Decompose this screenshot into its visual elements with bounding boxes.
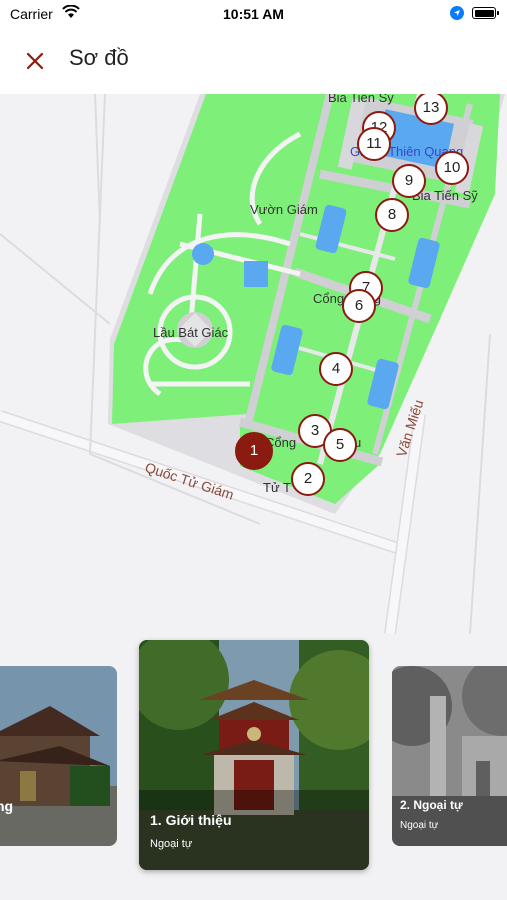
map-pin-6[interactable]: 6: [342, 289, 376, 323]
gate-photo: [139, 640, 369, 870]
card-subtitle: Ngoại tự: [400, 820, 439, 831]
close-icon[interactable]: [22, 48, 48, 74]
site-map[interactable]: Bia Tiến Sỹ Giếng Thiên Quang Bia Tiến S…: [0, 94, 507, 634]
map-pin-10[interactable]: 10: [435, 151, 469, 185]
map-pin-9[interactable]: 9: [392, 164, 426, 198]
map-pin-1-active[interactable]: 1: [235, 432, 273, 470]
map-pin-11[interactable]: 11: [357, 127, 391, 161]
label-bia-top: Bia Tiến Sỹ: [328, 94, 394, 105]
label-lau-bat-giac: Lầu Bát Giác: [153, 325, 229, 340]
page-title: Sơ đồ: [69, 45, 129, 70]
pillar-photo: [392, 666, 507, 846]
temple-photo: [0, 666, 117, 846]
card-title: 1. Giới thiệu: [150, 812, 232, 828]
clock: 10:51 AM: [223, 6, 284, 22]
map-pin-2[interactable]: 2: [291, 462, 325, 496]
map-pin-8[interactable]: 8: [375, 198, 409, 232]
header: Sơ đồ: [0, 28, 507, 94]
location-card-current[interactable]: 1. Giới thiệu Ngoại tự: [139, 640, 369, 870]
map-pin-5[interactable]: 5: [323, 428, 357, 462]
card-title: 2. Ngoại tự: [400, 798, 463, 812]
location-card-previous[interactable]: ng: [0, 666, 117, 846]
map-canvas: [0, 94, 507, 634]
map-pin-4[interactable]: 4: [319, 352, 353, 386]
card-subtitle: Ngoại tự: [150, 838, 193, 850]
card-title: ng: [0, 798, 14, 814]
label-tu-t: Tử T: [263, 480, 291, 495]
location-cards-carousel[interactable]: ng 1. Giới thiệu Ngoại tự 2. Ngoại tự Ng…: [0, 640, 507, 880]
location-card-next[interactable]: 2. Ngoại tự Ngoại tự: [392, 666, 507, 846]
label-vuon-giam: Vườn Giám: [250, 202, 318, 217]
battery-icon: [472, 7, 499, 19]
location-icon: [450, 6, 464, 20]
status-bar: Carrier 10:51 AM: [0, 0, 507, 28]
